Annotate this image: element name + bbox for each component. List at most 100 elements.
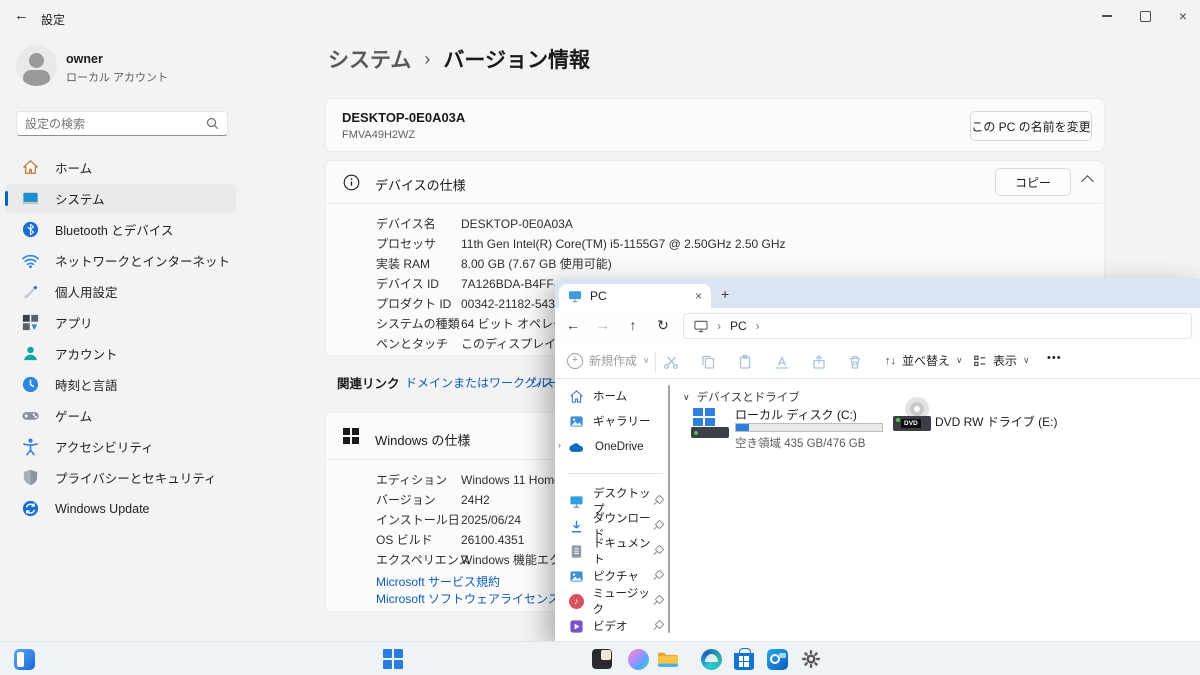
view-button[interactable]: 表示 ∨ bbox=[973, 352, 1030, 369]
sidebar-item-home[interactable]: ホーム bbox=[5, 153, 236, 182]
shield-icon bbox=[21, 468, 40, 487]
explorer-titlebar[interactable]: PC × + bbox=[555, 278, 1200, 308]
spec-row: バージョン24H2 bbox=[376, 491, 490, 508]
explorer-side-videos[interactable]: ビデオ bbox=[569, 616, 659, 636]
explorer-side-pictures[interactable]: ピクチャ bbox=[569, 566, 659, 586]
more-button[interactable]: ••• bbox=[1047, 352, 1062, 364]
user-name: owner bbox=[66, 52, 103, 66]
spec-row: OS ビルド26100.4351 bbox=[376, 531, 524, 548]
explorer-side-documents[interactable]: ドキュメント bbox=[569, 541, 659, 561]
widgets-button[interactable] bbox=[12, 647, 36, 671]
download-icon bbox=[569, 519, 584, 534]
settings-search-input[interactable]: 設定の検索 bbox=[16, 111, 228, 136]
spec-row: プロセッサ11th Gen Intel(R) Core(TM) i5-1155G… bbox=[376, 235, 786, 252]
rename-pc-button[interactable]: この PC の名前を変更 bbox=[970, 111, 1092, 141]
spec-row: プロダクト ID00342-21182-54346 bbox=[376, 295, 568, 312]
avatar[interactable] bbox=[16, 45, 57, 86]
ms-software-license-link[interactable]: Microsoft ソフトウェアライセンス条項 bbox=[376, 590, 584, 607]
sidebar-label: プライバシーとセキュリティ bbox=[55, 468, 217, 487]
explorer-side-home[interactable]: ホーム bbox=[569, 386, 659, 406]
sidebar-label: アカウント bbox=[55, 344, 118, 363]
sidebar-item-windows-update[interactable]: Windows Update bbox=[5, 494, 236, 523]
explorer-side-desktop[interactable]: デスクトップ bbox=[569, 491, 659, 511]
minimize-button[interactable] bbox=[1090, 6, 1124, 26]
tab-close-icon[interactable]: × bbox=[695, 289, 702, 303]
sidebar-item-bluetooth-devices[interactable]: Bluetooth とデバイス bbox=[5, 215, 236, 244]
onedrive-cloud-icon bbox=[569, 442, 586, 453]
copilot-icon bbox=[628, 649, 649, 670]
chevron-right-icon[interactable]: › bbox=[558, 440, 561, 450]
user-account-type: ローカル アカウント bbox=[66, 69, 168, 85]
search-icon bbox=[206, 117, 219, 130]
sidebar-scrollbar[interactable] bbox=[668, 385, 670, 633]
close-button[interactable]: × bbox=[1166, 6, 1200, 26]
start-button[interactable] bbox=[381, 647, 405, 671]
explorer-side-onedrive[interactable]: OneDrive bbox=[569, 437, 659, 457]
sidebar-item-accounts[interactable]: アカウント bbox=[5, 339, 236, 368]
windows-specs-title: Windows の仕様 bbox=[375, 430, 470, 449]
taskbar-copilot[interactable] bbox=[626, 647, 650, 671]
windows-logo-icon bbox=[343, 428, 359, 444]
nav-refresh-icon[interactable]: ↻ bbox=[653, 317, 673, 334]
explorer-side-downloads[interactable]: ダウンロード bbox=[569, 516, 659, 536]
ms-services-agreement-link[interactable]: Microsoft サービス規約 bbox=[376, 573, 500, 590]
sidebar-item-system[interactable]: システム bbox=[5, 184, 236, 213]
desktop-icon bbox=[569, 494, 584, 509]
breadcrumb: システム › バージョン情報 bbox=[328, 44, 590, 74]
sidebar-item-time-language[interactable]: 時刻と言語 bbox=[5, 370, 236, 399]
taskbar-explorer[interactable] bbox=[656, 647, 680, 671]
address-location[interactable]: PC bbox=[730, 319, 747, 333]
taskbar-settings[interactable] bbox=[799, 647, 823, 671]
explorer-side-music[interactable]: ♪ ミュージック bbox=[569, 591, 659, 611]
sidebar-item-privacy-security[interactable]: プライバシーとセキュリティ bbox=[5, 463, 236, 492]
back-button[interactable]: ← bbox=[14, 7, 29, 24]
sort-button[interactable]: ↑↓ 並べ替え ∨ bbox=[885, 352, 963, 369]
nav-back-icon[interactable]: ← bbox=[563, 317, 583, 333]
edge-icon bbox=[701, 649, 722, 670]
sidebar-item-network-internet[interactable]: ネットワークとインターネット bbox=[5, 246, 236, 275]
sidebar-item-apps[interactable]: アプリ bbox=[5, 308, 236, 337]
explorer-side-gallery[interactable]: ギャラリー bbox=[569, 411, 659, 431]
system-icon bbox=[21, 189, 40, 208]
drive-c-usage-fill bbox=[736, 424, 749, 431]
address-bar[interactable]: › PC › bbox=[683, 313, 1192, 339]
spec-row: エディションWindows 11 Home bbox=[376, 471, 561, 488]
pin-icon bbox=[651, 595, 663, 607]
dvd-badge: DVD bbox=[901, 419, 921, 428]
collapse-chevron-icon[interactable] bbox=[1081, 175, 1094, 188]
sidebar-item-personalization[interactable]: 個人用設定 bbox=[5, 277, 236, 306]
maximize-button[interactable] bbox=[1128, 6, 1162, 26]
sidebar-label: ゲーム bbox=[55, 406, 92, 425]
sidebar-item-gaming[interactable]: ゲーム bbox=[5, 401, 236, 430]
sidebar-label: ネットワークとインターネット bbox=[55, 251, 230, 270]
nav-up-icon[interactable]: ↑ bbox=[623, 317, 643, 333]
accessibility-icon bbox=[21, 437, 40, 456]
copy-button[interactable]: コピー bbox=[995, 168, 1071, 196]
search-placeholder: 設定の検索 bbox=[25, 115, 85, 132]
explorer-body: ホーム ギャラリー › OneDrive デスクトップ ダウンロード bbox=[555, 379, 1200, 641]
minimize-icon bbox=[1102, 15, 1112, 17]
pin-icon bbox=[651, 545, 663, 557]
apps-icon bbox=[21, 313, 40, 332]
windows-start-icon bbox=[383, 649, 403, 669]
outlook-icon bbox=[767, 649, 788, 670]
sidebar-label: 個人用設定 bbox=[55, 282, 118, 301]
new-tab-button[interactable]: + bbox=[721, 286, 729, 302]
taskbar: 検索 bbox=[0, 641, 1200, 675]
explorer-tab-pc[interactable]: PC × bbox=[559, 284, 711, 308]
group-header-devices-drives[interactable]: ∨ デバイスとドライブ bbox=[683, 389, 800, 405]
sidebar-item-accessibility[interactable]: アクセシビリティ bbox=[5, 432, 236, 461]
maximize-icon bbox=[1140, 11, 1151, 22]
taskbar-store[interactable] bbox=[732, 647, 756, 671]
taskbar-outlook[interactable] bbox=[765, 647, 789, 671]
taskbar-app-dark[interactable] bbox=[590, 647, 614, 671]
breadcrumb-parent[interactable]: システム bbox=[328, 44, 411, 74]
pc-monitor-icon bbox=[568, 290, 582, 303]
chevron-down-icon: ∨ bbox=[683, 392, 690, 403]
update-icon bbox=[21, 499, 40, 518]
sidebar-label: Bluetooth とデバイス bbox=[55, 220, 173, 239]
store-icon bbox=[734, 653, 754, 670]
pin-icon bbox=[651, 570, 663, 582]
taskbar-edge[interactable] bbox=[699, 647, 723, 671]
desktop-screen: ← 設定 × owner ローカル アカウント 設定の検索 ホーム システム B… bbox=[0, 0, 1200, 675]
